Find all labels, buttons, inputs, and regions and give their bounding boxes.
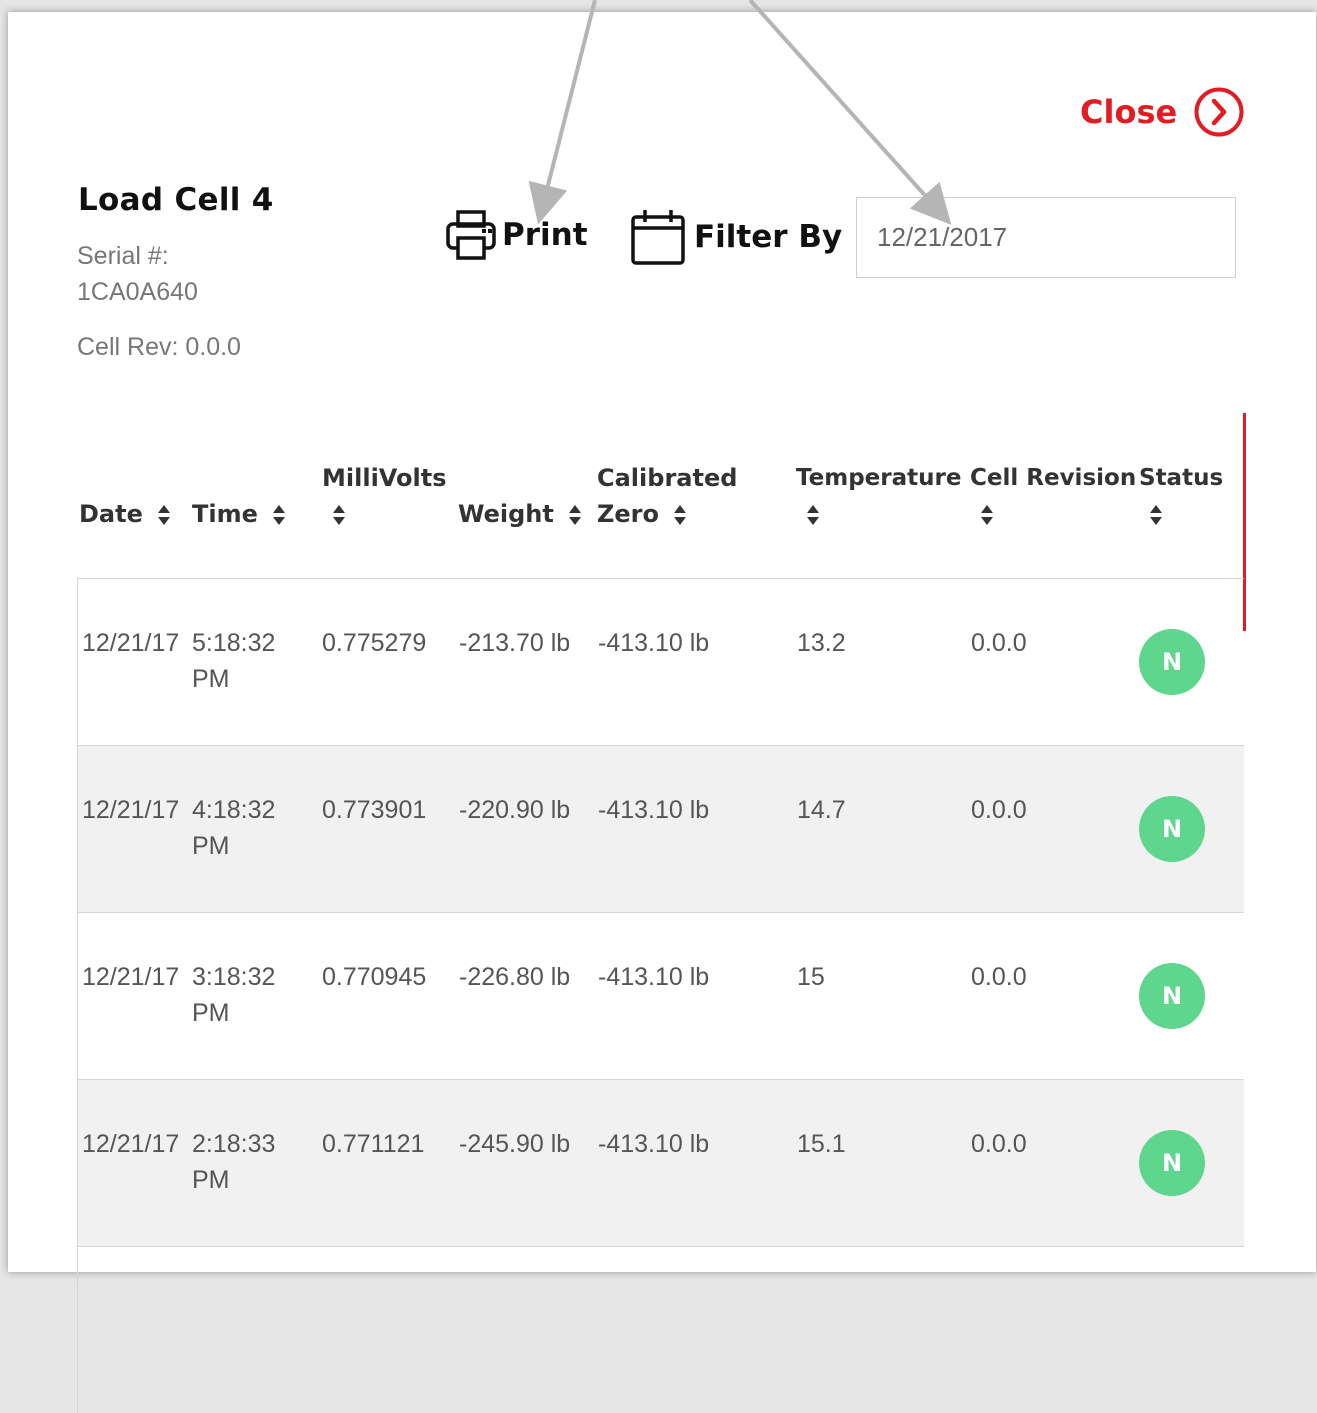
cell-time: 5:18:32 PM bbox=[192, 625, 275, 697]
cell-time-meridiem: PM bbox=[192, 665, 230, 693]
status-badge: N bbox=[1139, 963, 1205, 1029]
column-header-label: Cell Revision bbox=[970, 465, 1137, 491]
cell-revision-info: Cell Rev: 0.0.0 bbox=[77, 333, 241, 361]
printer-icon bbox=[446, 210, 496, 260]
table-row[interactable] bbox=[78, 1246, 1244, 1413]
print-label: Print bbox=[502, 217, 588, 253]
column-header-status[interactable]: Status bbox=[1139, 460, 1223, 532]
cell-revision: 0.0.0 bbox=[971, 629, 1027, 657]
column-header-label: Status bbox=[1139, 465, 1224, 491]
sort-icon bbox=[1150, 505, 1162, 525]
cell-calibrated-zero: -413.10 lb bbox=[598, 963, 710, 991]
cell-time: 4:18:32 PM bbox=[192, 792, 275, 864]
column-header-label: Calibrated bbox=[597, 464, 738, 492]
sort-icon bbox=[981, 505, 993, 525]
cell-millivolts: 0.771121 bbox=[322, 1130, 425, 1158]
close-button[interactable]: Close bbox=[1080, 86, 1245, 138]
column-header-label: Time bbox=[192, 500, 258, 528]
load-cell-detail-panel: Close Load Cell 4 Serial #: 1CA0A640 Cel… bbox=[8, 12, 1316, 1413]
column-header-calibrated-zero[interactable]: Calibrated Zero bbox=[597, 460, 737, 532]
cell-temperature: 15.1 bbox=[797, 1130, 846, 1158]
column-header-temperature[interactable]: Temperature bbox=[796, 460, 961, 532]
chevron-right-circle-icon bbox=[1194, 87, 1244, 137]
column-header-label: Date bbox=[79, 500, 143, 528]
cell-date: 12/21/17 bbox=[82, 796, 180, 824]
serial-value: 1CA0A640 bbox=[77, 278, 198, 306]
cell-time-meridiem: PM bbox=[192, 832, 230, 860]
cell-millivolts: 0.770945 bbox=[322, 963, 427, 991]
cell-time-value: 4:18:32 bbox=[192, 796, 276, 824]
table-row[interactable]: 12/21/17 2:18:33 PM 0.771121 -245.90 lb … bbox=[78, 1079, 1244, 1246]
cell-weight: -220.90 lb bbox=[459, 796, 571, 824]
cell-time-value: 5:18:32 bbox=[192, 629, 276, 657]
column-header-millivolts[interactable]: MilliVolts bbox=[322, 460, 447, 532]
readings-table-body: 12/21/17 5:18:32 PM 0.775279 -213.70 lb … bbox=[77, 578, 1244, 1413]
column-header-label-line2: Zero bbox=[597, 500, 660, 528]
cell-time: 3:18:32 PM bbox=[192, 959, 275, 1031]
column-header-cell-revision[interactable]: Cell Revision bbox=[970, 460, 1136, 532]
cell-date: 12/21/17 bbox=[82, 963, 180, 991]
cell-calibrated-zero: -413.10 lb bbox=[598, 796, 710, 824]
column-header-label: Temperature bbox=[796, 465, 962, 491]
close-label: Close bbox=[1080, 93, 1178, 131]
cell-revision: 0.0.0 bbox=[971, 796, 1027, 824]
table-row[interactable]: 12/21/17 3:18:32 PM 0.770945 -226.80 lb … bbox=[78, 912, 1244, 1079]
cell-time-value: 3:18:32 bbox=[192, 963, 276, 991]
cell-time-value: 2:18:33 bbox=[192, 1130, 276, 1158]
cell-millivolts: 0.775279 bbox=[322, 629, 427, 657]
column-header-label: Weight bbox=[458, 500, 554, 528]
load-cell-title: Load Cell 4 bbox=[78, 182, 274, 218]
cell-weight: -213.70 lb bbox=[459, 629, 571, 657]
cell-calibrated-zero: -413.10 lb bbox=[598, 629, 710, 657]
cell-date: 12/21/17 bbox=[82, 1130, 180, 1158]
cell-temperature: 15 bbox=[797, 963, 825, 991]
cell-weight: -226.80 lb bbox=[459, 963, 571, 991]
sort-icon bbox=[569, 505, 582, 525]
serial-label: Serial #: bbox=[77, 242, 169, 270]
filter-by-label: Filter By bbox=[694, 219, 843, 255]
table-row[interactable]: 12/21/17 4:18:32 PM 0.773901 -220.90 lb … bbox=[78, 745, 1244, 912]
column-header-time[interactable]: Time bbox=[192, 496, 286, 532]
cell-calibrated-zero: -413.10 lb bbox=[598, 1130, 710, 1158]
table-row[interactable]: 12/21/17 5:18:32 PM 0.775279 -213.70 lb … bbox=[78, 578, 1244, 745]
status-badge: N bbox=[1139, 1130, 1205, 1196]
cell-temperature: 13.2 bbox=[797, 629, 846, 657]
cell-time-meridiem: PM bbox=[192, 999, 230, 1027]
column-header-label: MilliVolts bbox=[322, 464, 447, 492]
print-button[interactable]: Print bbox=[444, 208, 588, 262]
cell-temperature: 14.7 bbox=[797, 796, 846, 824]
calendar-icon bbox=[631, 210, 685, 265]
cell-revision: 0.0.0 bbox=[971, 1130, 1027, 1158]
cell-weight: -245.90 lb bbox=[459, 1130, 571, 1158]
sort-icon bbox=[158, 505, 171, 525]
cell-millivolts: 0.773901 bbox=[322, 796, 427, 824]
column-header-date[interactable]: Date bbox=[79, 496, 171, 532]
cell-date: 12/21/17 bbox=[82, 629, 180, 657]
filter-by-button[interactable]: Filter By bbox=[630, 208, 842, 266]
filter-date-input[interactable] bbox=[856, 197, 1236, 278]
sort-icon bbox=[273, 505, 286, 525]
cell-time-meridiem: PM bbox=[192, 1166, 230, 1194]
sort-icon bbox=[674, 505, 687, 525]
status-badge: N bbox=[1139, 629, 1205, 695]
sort-icon bbox=[807, 505, 819, 525]
column-header-weight[interactable]: Weight bbox=[458, 496, 582, 532]
status-badge: N bbox=[1139, 796, 1205, 862]
sort-icon bbox=[333, 505, 345, 525]
cell-revision: 0.0.0 bbox=[971, 963, 1027, 991]
cell-time: 2:18:33 PM bbox=[192, 1126, 275, 1198]
